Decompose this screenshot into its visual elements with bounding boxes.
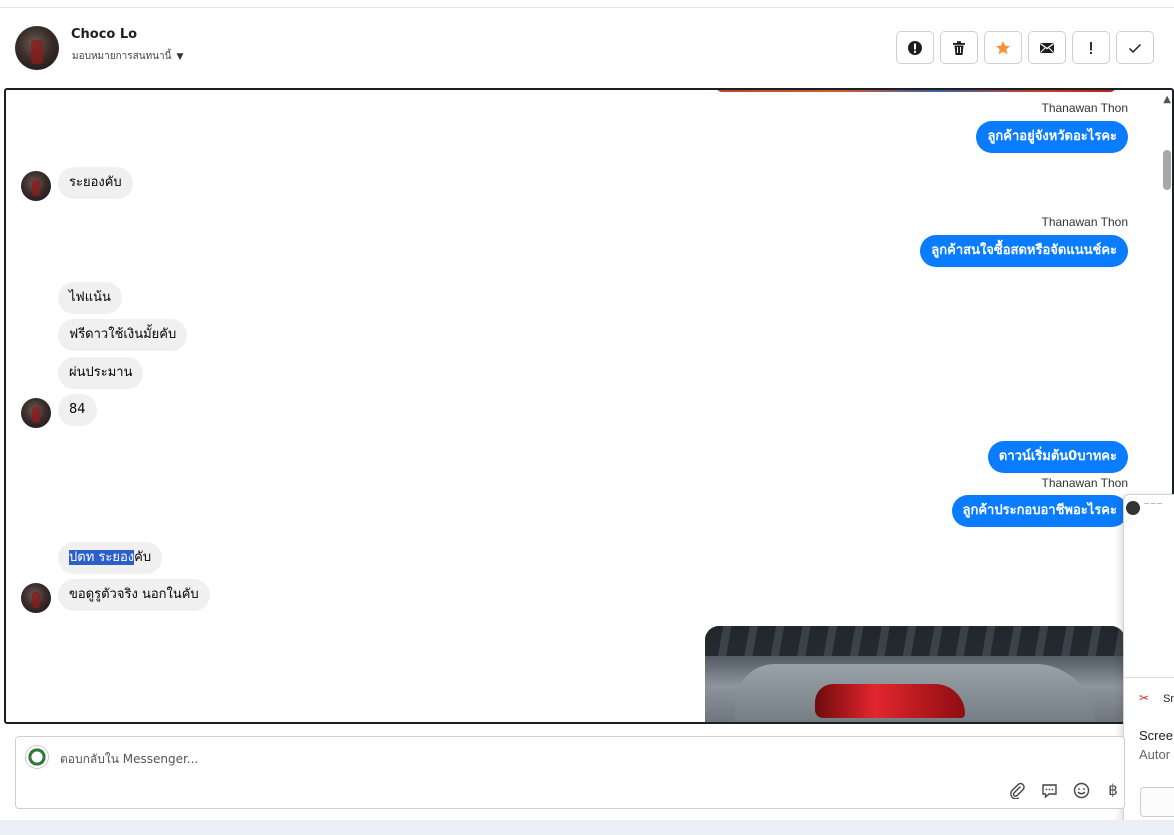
incoming-message[interactable]: ปตท ระยองคับ — [58, 542, 163, 574]
scroll-thumb[interactable] — [1163, 150, 1171, 190]
done-button[interactable] — [1116, 31, 1154, 64]
outgoing-message[interactable]: ลูกค้าอยู่จังหวัดอะไรคะ — [976, 121, 1128, 153]
incoming-message[interactable]: ผ่นประมาน — [58, 357, 144, 389]
sender-name: Thanawan Thon — [1041, 215, 1128, 229]
scroll-up-arrow-icon[interactable]: ▲ — [1163, 94, 1171, 105]
incoming-message[interactable]: ขอดูรูตัวจริง นอกในคับ — [58, 579, 210, 611]
car-photo-roof — [705, 626, 1125, 656]
follow-up-button[interactable] — [1072, 31, 1110, 64]
screenshot-thumbnail[interactable] — [1126, 501, 1140, 515]
baht-icon[interactable]: ฿ — [1104, 781, 1122, 799]
incoming-message[interactable]: ระยองคับ — [58, 167, 133, 199]
car-photo-taillight — [815, 684, 965, 718]
star-icon — [996, 40, 1010, 54]
chat-bubble-icon[interactable] — [1040, 781, 1058, 799]
snipping-tool-icon: ✂ — [1139, 691, 1150, 705]
reply-composer: ฿ — [15, 736, 1125, 809]
sender-name: Thanawan Thon — [1041, 476, 1128, 490]
contact-avatar-small — [21, 398, 51, 428]
notification-subtitle: Autor — [1139, 747, 1171, 762]
outgoing-message[interactable]: ดาวน์เริ่มต้น0บาทคะ — [987, 441, 1128, 473]
contact-name[interactable]: Choco Lo — [71, 27, 137, 42]
exclamation-icon — [1090, 41, 1092, 54]
incoming-message[interactable]: 84 — [58, 394, 97, 426]
paperclip-icon[interactable] — [1008, 781, 1026, 799]
notification-action-button[interactable] — [1140, 787, 1174, 817]
page-avatar — [25, 745, 49, 769]
spam-button[interactable] — [896, 31, 934, 64]
trash-icon — [953, 40, 965, 55]
mark-unread-button[interactable] — [1028, 31, 1066, 64]
outgoing-message[interactable]: ลูกค้าสนใจซื้อสดหรือจัดแนนช์คะ — [920, 235, 1128, 267]
notification-app-name: Sn — [1163, 693, 1174, 705]
header-actions — [896, 31, 1154, 64]
alert-circle-icon — [908, 40, 922, 55]
contact-avatar[interactable] — [15, 26, 59, 70]
star-button[interactable] — [984, 31, 1022, 64]
thumbnail-caption: — — — — [1144, 501, 1163, 507]
envelope-icon — [1040, 42, 1054, 53]
top-divider — [0, 0, 1174, 8]
incoming-message[interactable]: ฟรีดาวใช้เงินมั้ยคับ — [58, 319, 188, 351]
reply-input[interactable] — [60, 750, 960, 768]
contact-avatar-small — [21, 583, 51, 613]
notification-title: Scree — [1139, 728, 1173, 743]
delete-button[interactable] — [940, 31, 978, 64]
bottom-strip — [0, 820, 1174, 835]
sender-name: Thanawan Thon — [1041, 101, 1128, 115]
assign-label: มอบหมายการสนทนานี้ — [72, 51, 172, 62]
message-list: Thanawan Thon ลูกค้าอยู่จังหวัดอะไรคะ ระ… — [6, 90, 1166, 722]
selected-text: ปตท ระยอง — [69, 550, 135, 565]
message-thread[interactable]: Thanawan Thon ลูกค้าอยู่จังหวัดอะไรคะ ระ… — [4, 88, 1174, 724]
contact-avatar-small — [21, 171, 51, 201]
notification-divider — [1124, 677, 1174, 678]
incoming-message[interactable]: ไฟแน้น — [58, 282, 122, 314]
car-photo-attachment[interactable] — [705, 626, 1125, 722]
conversation-header: Choco Lo มอบหมายการสนทนานี้ ▼ — [0, 9, 1174, 87]
message-text-rest: คับ — [134, 550, 152, 565]
caret-down-icon: ▼ — [176, 51, 184, 62]
messenger-inbox-page: Choco Lo มอบหมายการสนทนานี้ ▼ Thanawan T… — [0, 0, 1174, 835]
checkmark-icon — [1128, 43, 1142, 53]
emoji-icon[interactable] — [1072, 781, 1090, 799]
screenshot-notification[interactable]: — — — ✂ Sn Scree Autor — [1123, 494, 1174, 832]
composer-toolbar: ฿ — [1008, 781, 1122, 799]
assign-conversation-dropdown[interactable]: มอบหมายการสนทนานี้ ▼ — [72, 49, 183, 64]
outgoing-message[interactable]: ลูกค้าประกอบอาชีพอะไรคะ — [951, 495, 1128, 527]
previous-image-attachment[interactable] — [716, 90, 1116, 92]
